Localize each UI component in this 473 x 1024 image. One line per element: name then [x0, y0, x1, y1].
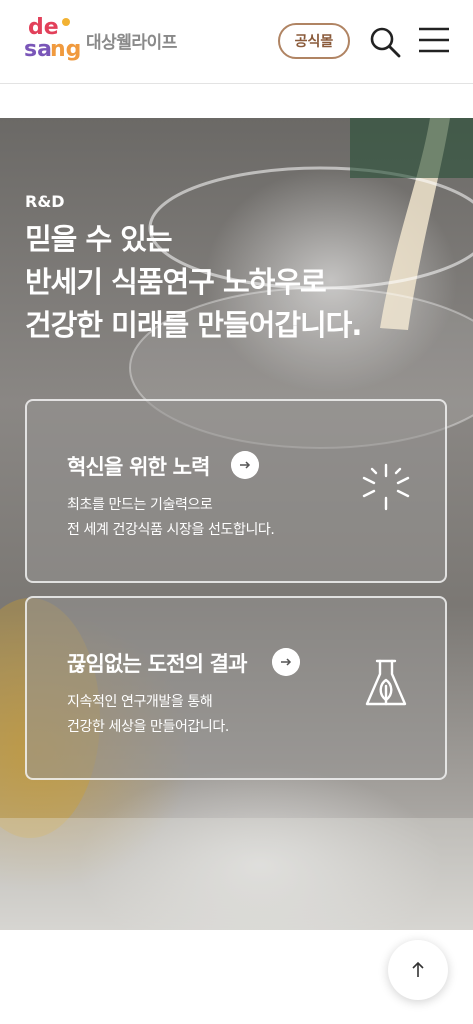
card-title[interactable]: 혁신을 위한 노력	[67, 451, 210, 481]
card-title[interactable]: 끊임없는 도전의 결과	[67, 648, 248, 678]
svg-text:ng: ng	[50, 37, 81, 62]
card-description-line: 지속적인 연구개발을 통해	[67, 694, 213, 710]
arrow-right-icon[interactable]	[272, 648, 300, 676]
flask-leaf-icon	[365, 659, 407, 706]
innovation-card[interactable]: 혁신을 위한 노력 최초를 만드는 기술력으로 전 세계 건강식품 시장을 선도…	[25, 399, 447, 583]
card-description-line: 최초를 만드는 기술력으로	[67, 497, 213, 513]
arrow-right-icon[interactable]	[231, 451, 259, 479]
arrow-up-icon[interactable]	[408, 960, 428, 980]
card-description: 지속적인 연구개발을 통해 건강한 세상을 만들어갑니다.	[67, 690, 229, 740]
hero-title-line: 믿을 수 있는	[25, 222, 173, 256]
scroll-top-button[interactable]	[388, 940, 448, 1000]
hero-title-line: 건강한 미래를 만들어갑니다.	[25, 308, 362, 342]
hero-title-line: 반세기 식품연구 노하우로	[25, 265, 327, 299]
brand-name[interactable]: 대상웰라이프	[86, 28, 177, 53]
rnd-hero-section: R&D 믿을 수 있는 반세기 식품연구 노하우로 건강한 미래를 만들어갑니다…	[0, 118, 473, 930]
spark-icon	[362, 463, 410, 511]
daesang-logo[interactable]: de sa ng	[22, 12, 82, 70]
svg-text:sa: sa	[24, 37, 52, 62]
search-icon[interactable]	[368, 25, 402, 59]
challenge-card[interactable]: 끊임없는 도전의 결과 지속적인 연구개발을 통해 건강한 세상을 만들어갑니다…	[25, 596, 447, 780]
card-description: 최초를 만드는 기술력으로 전 세계 건강식품 시장을 선도합니다.	[67, 493, 275, 543]
hero-title: 믿을 수 있는 반세기 식품연구 노하우로 건강한 미래를 만들어갑니다.	[25, 218, 455, 347]
card-description-line: 전 세계 건강식품 시장을 선도합니다.	[67, 522, 275, 538]
section-kicker: R&D	[25, 192, 65, 211]
official-mall-button[interactable]: 공식몰	[278, 23, 350, 59]
site-header: de sa ng 대상웰라이프 공식몰	[0, 0, 473, 84]
card-description-line: 건강한 세상을 만들어갑니다.	[67, 719, 229, 735]
hamburger-menu-icon[interactable]	[417, 26, 451, 56]
